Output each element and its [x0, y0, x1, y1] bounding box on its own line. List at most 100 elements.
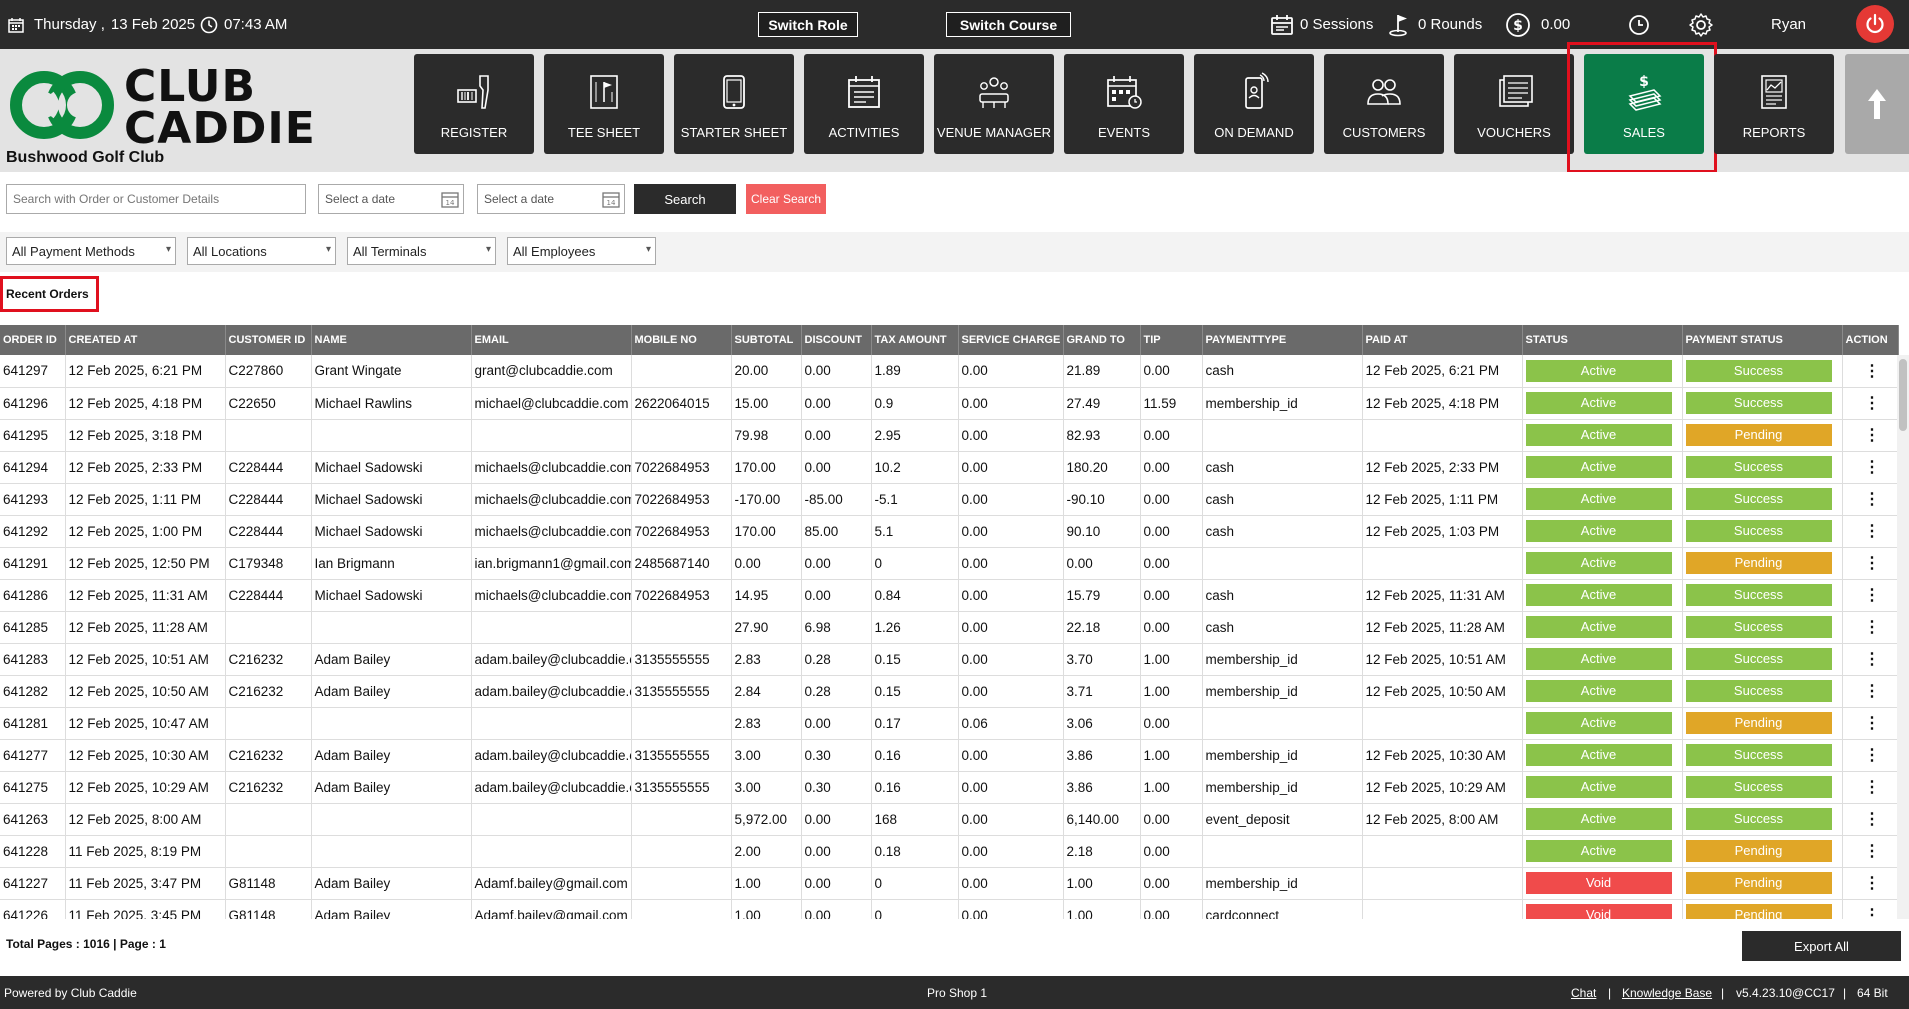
- kebab-menu-icon[interactable]: ⋮: [1864, 651, 1880, 668]
- table-row[interactable]: 641281 12 Feb 2025, 10:47 AM 2.83 0.00 0.17 0…: [0, 707, 1899, 740]
- kebab-menu-icon[interactable]: ⋮: [1864, 715, 1880, 732]
- col-header-discount[interactable]: DISCOUNT: [801, 325, 872, 355]
- row-actions-menu[interactable]: ⋮: [1842, 419, 1899, 452]
- col-header-paid-at[interactable]: PAID AT: [1362, 325, 1523, 355]
- kebab-menu-icon[interactable]: ⋮: [1864, 587, 1880, 604]
- table-row[interactable]: 641227 11 Feb 2025, 3:47 PM G81148 Adam Bai…: [0, 867, 1899, 900]
- end-date-input[interactable]: Select a date 14: [477, 184, 625, 214]
- nav-venue-manager-button[interactable]: Venue Manager: [934, 54, 1054, 154]
- table-row[interactable]: 641295 12 Feb 2025, 3:18 PM 79.98 0.00 2.95 0…: [0, 419, 1899, 452]
- search-button[interactable]: Search: [634, 184, 736, 214]
- kebab-menu-icon[interactable]: ⋮: [1864, 459, 1880, 476]
- kebab-menu-icon[interactable]: ⋮: [1864, 747, 1880, 764]
- row-actions-menu[interactable]: ⋮: [1842, 547, 1899, 580]
- col-header-mobile-no[interactable]: MOBILE NO: [631, 325, 732, 355]
- calendar-icon[interactable]: 14: [441, 190, 459, 208]
- kebab-menu-icon[interactable]: ⋮: [1864, 555, 1880, 572]
- row-actions-menu[interactable]: ⋮: [1842, 739, 1899, 772]
- nav-tee-sheet-button[interactable]: Tee Sheet: [544, 54, 664, 154]
- payment-method-select[interactable]: All Payment Methods: [6, 237, 176, 265]
- nav-sales-button[interactable]: $ Sales: [1584, 54, 1704, 154]
- kebab-menu-icon[interactable]: ⋮: [1864, 619, 1880, 636]
- nav-customers-button[interactable]: Customers: [1324, 54, 1444, 154]
- kebab-menu-icon[interactable]: ⋮: [1864, 523, 1880, 540]
- col-header-tip[interactable]: TIP: [1140, 325, 1203, 355]
- row-actions-menu[interactable]: ⋮: [1842, 643, 1899, 676]
- kebab-menu-icon[interactable]: ⋮: [1864, 683, 1880, 700]
- col-header-subtotal[interactable]: SUBTOTAL: [731, 325, 802, 355]
- start-date-input[interactable]: Select a date 14: [318, 184, 464, 214]
- row-actions-menu[interactable]: ⋮: [1842, 579, 1899, 612]
- kebab-menu-icon[interactable]: ⋮: [1864, 811, 1880, 828]
- row-actions-menu[interactable]: ⋮: [1842, 867, 1899, 900]
- sessions-indicator[interactable]: 0 Sessions: [1270, 0, 1373, 49]
- row-actions-menu[interactable]: ⋮: [1842, 771, 1899, 804]
- table-row[interactable]: 641286 12 Feb 2025, 11:31 AM C228444 Michae…: [0, 579, 1899, 612]
- employee-select[interactable]: All Employees: [507, 237, 656, 265]
- row-actions-menu[interactable]: ⋮: [1842, 355, 1899, 388]
- nav-vouchers-button[interactable]: Vouchers: [1454, 54, 1574, 154]
- row-actions-menu[interactable]: ⋮: [1842, 803, 1899, 836]
- switch-role-button[interactable]: Switch Role: [758, 12, 858, 37]
- table-row[interactable]: 641228 11 Feb 2025, 8:19 PM 2.00 0.00 0.18 0.…: [0, 835, 1899, 868]
- order-search-input[interactable]: [6, 184, 306, 214]
- row-actions-menu[interactable]: ⋮: [1842, 675, 1899, 708]
- table-row[interactable]: 641285 12 Feb 2025, 11:28 AM 27.90 6.98 1.26…: [0, 611, 1899, 644]
- row-actions-menu[interactable]: ⋮: [1842, 451, 1899, 484]
- chat-link[interactable]: Chat: [1571, 976, 1596, 1009]
- kebab-menu-icon[interactable]: ⋮: [1864, 395, 1880, 412]
- table-row[interactable]: 641277 12 Feb 2025, 10:30 AM C216232 Adam B…: [0, 739, 1899, 772]
- table-row[interactable]: 641283 12 Feb 2025, 10:51 AM C216232 Adam B…: [0, 643, 1899, 676]
- table-row[interactable]: 641292 12 Feb 2025, 1:00 PM C228444 Michael…: [0, 515, 1899, 548]
- nav-register-button[interactable]: Register: [414, 54, 534, 154]
- table-row[interactable]: 641297 12 Feb 2025, 6:21 PM C227860 Grant W…: [0, 355, 1899, 388]
- export-all-button[interactable]: Export All: [1742, 931, 1901, 961]
- col-header-grand-total[interactable]: GRAND TO: [1063, 325, 1141, 355]
- table-row[interactable]: 641282 12 Feb 2025, 10:50 AM C216232 Adam B…: [0, 675, 1899, 708]
- row-actions-menu[interactable]: ⋮: [1842, 515, 1899, 548]
- col-header-status[interactable]: STATUS: [1522, 325, 1683, 355]
- logout-button[interactable]: [1856, 5, 1894, 43]
- row-actions-menu[interactable]: ⋮: [1842, 835, 1899, 868]
- scrollbar-thumb[interactable]: [1899, 359, 1907, 431]
- scroll-up-button[interactable]: [1845, 54, 1909, 154]
- kebab-menu-icon[interactable]: ⋮: [1864, 843, 1880, 860]
- terminal-select[interactable]: All Terminals: [347, 237, 496, 265]
- kebab-menu-icon[interactable]: ⋮: [1864, 779, 1880, 796]
- settings-button[interactable]: [1688, 0, 1714, 49]
- nav-reports-button[interactable]: Reports: [1714, 54, 1834, 154]
- table-row[interactable]: 641293 12 Feb 2025, 1:11 PM C228444 Michael…: [0, 483, 1899, 516]
- col-header-service-charge[interactable]: SERVICE CHARGE: [958, 325, 1064, 355]
- row-actions-menu[interactable]: ⋮: [1842, 611, 1899, 644]
- col-header-order-id[interactable]: ORDER ID: [0, 325, 66, 355]
- kebab-menu-icon[interactable]: ⋮: [1864, 907, 1880, 919]
- kebab-menu-icon[interactable]: ⋮: [1864, 427, 1880, 444]
- user-menu[interactable]: Ryan: [1771, 0, 1806, 49]
- rounds-indicator[interactable]: 0 Rounds: [1388, 0, 1482, 49]
- history-button[interactable]: [1628, 0, 1650, 49]
- table-row[interactable]: 641275 12 Feb 2025, 10:29 AM C216232 Adam B…: [0, 771, 1899, 804]
- nav-events-button[interactable]: Events: [1064, 54, 1184, 154]
- table-scrollbar[interactable]: [1897, 355, 1909, 919]
- clear-search-button[interactable]: Clear Search: [746, 184, 826, 214]
- table-row[interactable]: 641294 12 Feb 2025, 2:33 PM C228444 Michael…: [0, 451, 1899, 484]
- col-header-name[interactable]: NAME: [311, 325, 472, 355]
- location-select[interactable]: All Locations: [187, 237, 336, 265]
- table-row[interactable]: 641226 11 Feb 2025, 3:45 PM G81148 Adam Bai…: [0, 899, 1899, 919]
- row-actions-menu[interactable]: ⋮: [1842, 707, 1899, 740]
- kebab-menu-icon[interactable]: ⋮: [1864, 491, 1880, 508]
- row-actions-menu[interactable]: ⋮: [1842, 387, 1899, 420]
- row-actions-menu[interactable]: ⋮: [1842, 899, 1899, 919]
- col-header-payment-status[interactable]: PAYMENT STATUS: [1682, 325, 1843, 355]
- kebab-menu-icon[interactable]: ⋮: [1864, 363, 1880, 380]
- col-header-customer-id[interactable]: CUSTOMER ID: [225, 325, 312, 355]
- nav-on-demand-button[interactable]: On Demand: [1194, 54, 1314, 154]
- row-actions-menu[interactable]: ⋮: [1842, 483, 1899, 516]
- table-row[interactable]: 641263 12 Feb 2025, 8:00 AM 5,972.00 0.00 16…: [0, 803, 1899, 836]
- amount-indicator[interactable]: $ 0.00: [1505, 0, 1570, 49]
- kebab-menu-icon[interactable]: ⋮: [1864, 875, 1880, 892]
- nav-activities-button[interactable]: Activities: [804, 54, 924, 154]
- table-row[interactable]: 641291 12 Feb 2025, 12:50 PM C179348 Ian Br…: [0, 547, 1899, 580]
- col-header-tax-amount[interactable]: TAX AMOUNT: [871, 325, 959, 355]
- col-header-created-at[interactable]: CREATED AT: [65, 325, 226, 355]
